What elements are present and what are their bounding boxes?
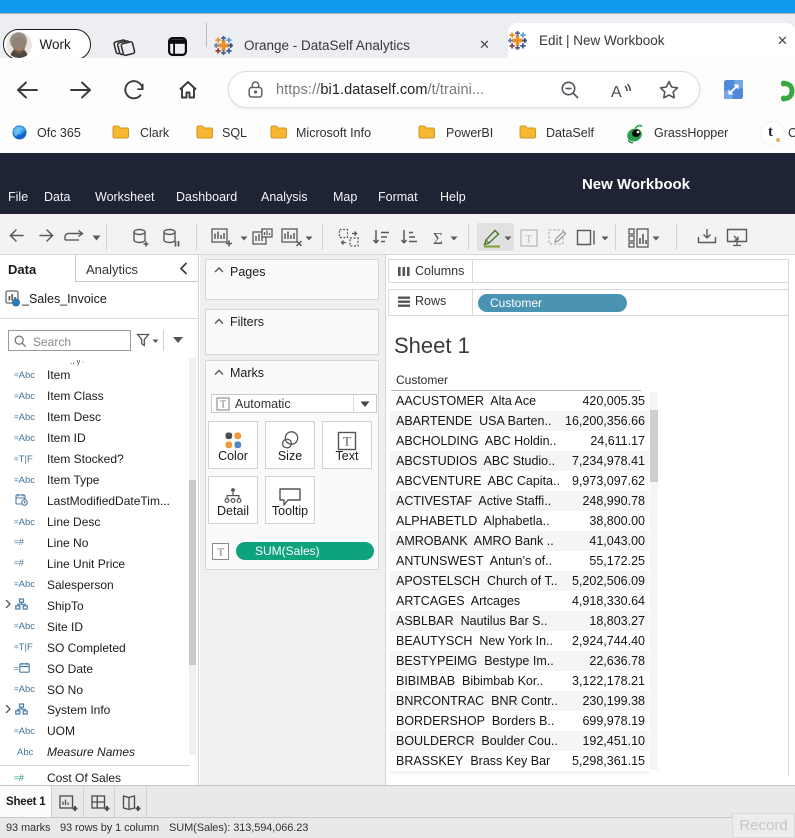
svg-text:T: T [220,400,226,411]
svg-text:T: T [525,232,533,246]
svg-text:T: T [218,547,225,559]
svg-text:A: A [611,84,622,101]
svg-text:T: T [343,434,351,449]
svg-text:Σ: Σ [433,229,443,247]
